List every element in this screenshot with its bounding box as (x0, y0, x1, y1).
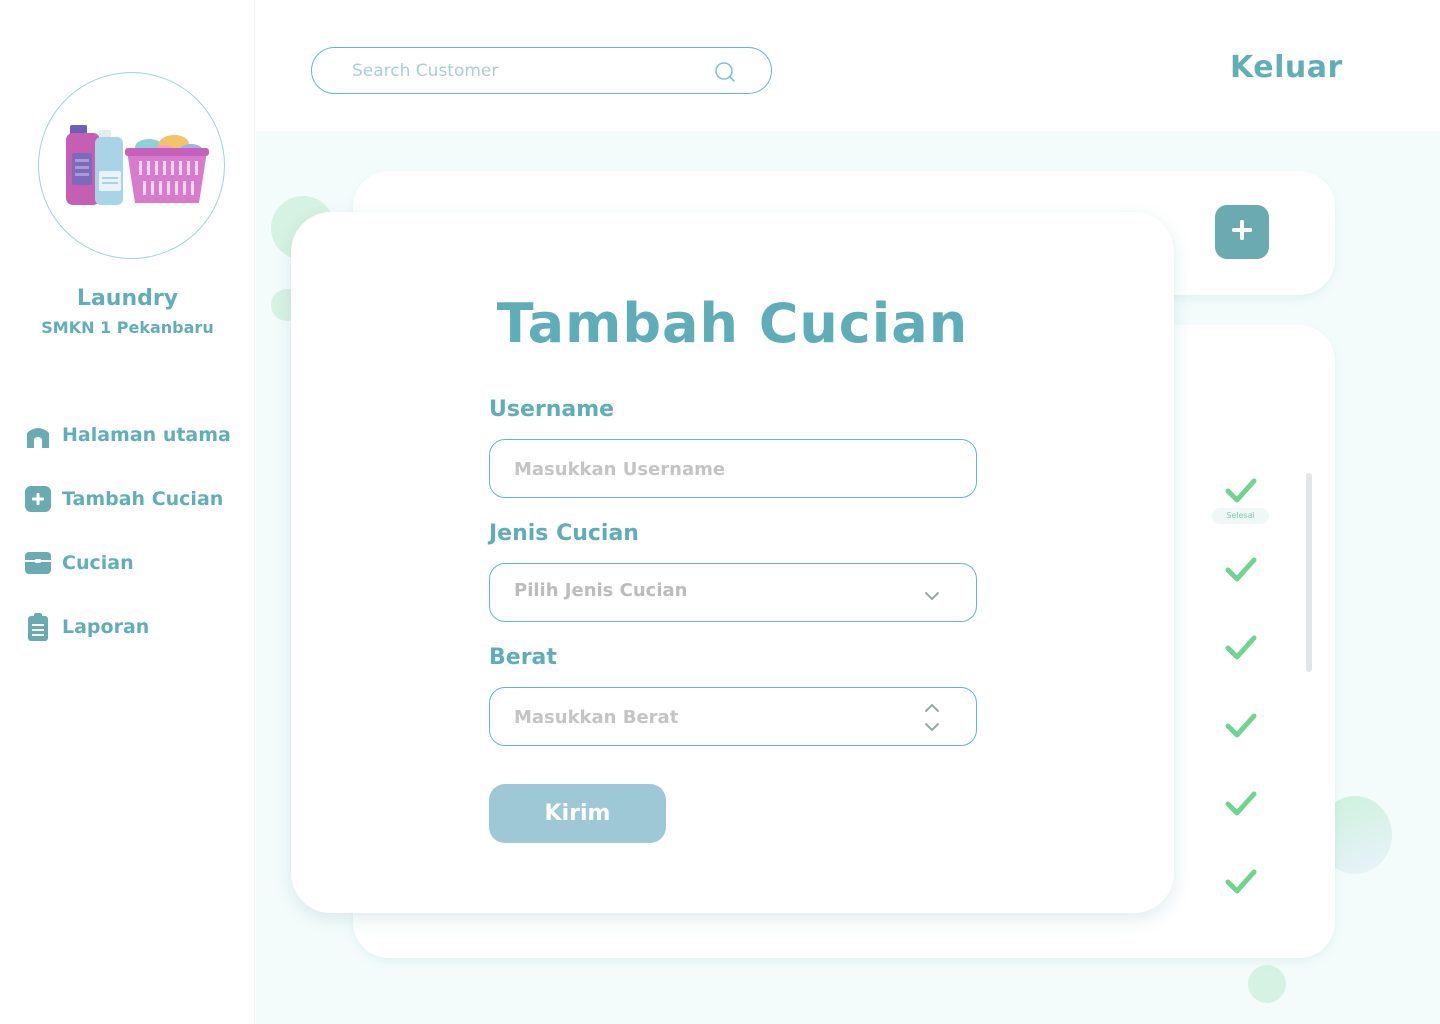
decor-bubble (1248, 965, 1286, 1003)
weight-input[interactable] (514, 704, 894, 730)
laundry-logo (38, 72, 225, 259)
sidebar-item-laporan[interactable]: Laporan (24, 612, 149, 642)
stepper-arrows-icon[interactable] (924, 703, 940, 737)
sidebar-item-halaman-utama[interactable]: Halaman utama (24, 420, 231, 450)
search-bar[interactable] (311, 47, 772, 94)
logout-button[interactable]: Keluar (1230, 50, 1343, 85)
search-input[interactable] (352, 58, 702, 84)
sidebar-item-label: Halaman utama (62, 424, 231, 446)
scrollbar[interactable] (1306, 473, 1312, 672)
status-badge: Selesai (1212, 508, 1269, 524)
sidebar-item-label: Tambah Cucian (62, 488, 224, 510)
check-icon (1224, 867, 1258, 897)
brand-title: Laundry (76, 286, 179, 311)
sidebar-item-cucian[interactable]: Cucian (24, 548, 134, 578)
plus-icon (1231, 219, 1253, 245)
weight-field[interactable] (489, 687, 977, 746)
plus-square-icon (24, 485, 52, 513)
modal-title: Tambah Cucian (496, 292, 969, 355)
sidebar-item-label: Cucian (62, 552, 134, 574)
check-icon (1224, 555, 1258, 585)
check-icon (1224, 476, 1258, 506)
search-icon[interactable] (714, 61, 736, 83)
home-icon (24, 421, 52, 449)
username-input[interactable] (514, 456, 894, 482)
submit-button[interactable]: Kirim (489, 784, 666, 843)
sidebar-item-label: Laporan (62, 616, 150, 638)
weight-label: Berat (489, 645, 557, 670)
username-label: Username (489, 397, 615, 422)
chevron-down-icon (924, 587, 940, 606)
sidebar-item-tambah-cucian[interactable]: Tambah Cucian (24, 484, 223, 514)
add-button[interactable] (1215, 205, 1269, 259)
sidebar: Laundry SMKN 1 Pekanbaru Halaman utama T… (0, 0, 255, 1024)
laundry-type-label: Jenis Cucian (489, 521, 639, 546)
laundry-type-value: Pilih Jenis Cucian (514, 580, 688, 601)
check-icon (1224, 633, 1258, 663)
check-icon (1224, 711, 1258, 741)
username-field[interactable] (489, 439, 977, 498)
clipboard-icon (24, 613, 52, 641)
check-icon (1224, 789, 1258, 819)
box-icon (24, 549, 52, 577)
laundry-type-select[interactable]: Pilih Jenis Cucian (489, 563, 977, 622)
brand-subtitle: SMKN 1 Pekanbaru (41, 318, 214, 337)
